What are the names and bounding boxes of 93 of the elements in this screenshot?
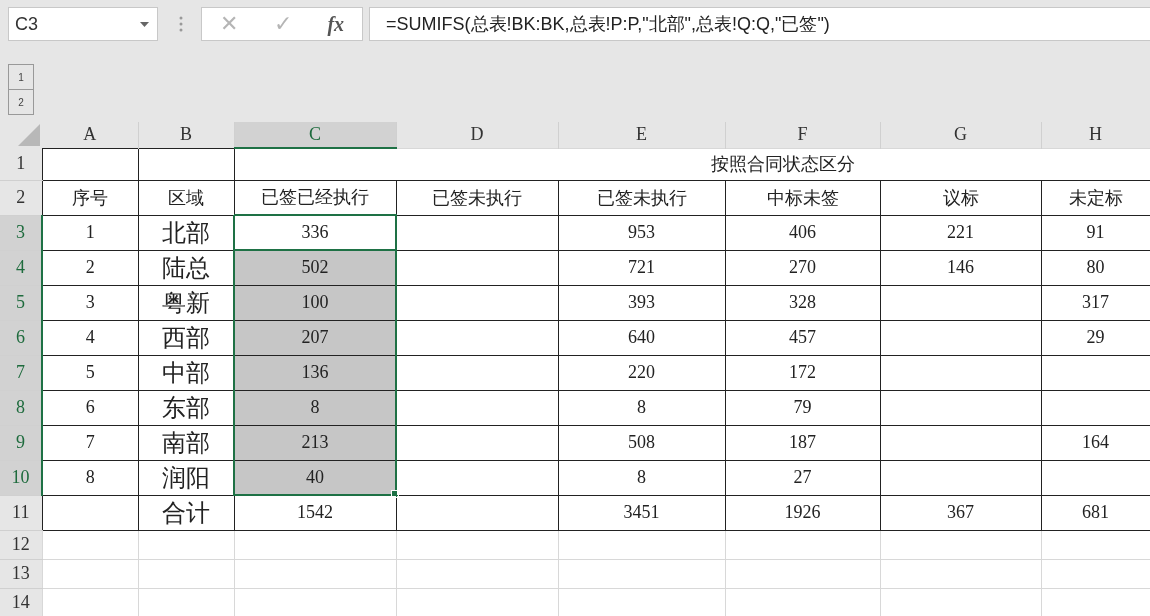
table-cell: 粤新 [138, 285, 234, 320]
row-header[interactable]: 2 [0, 180, 42, 215]
table-cell: 207 [234, 320, 396, 355]
table-cell: 南部 [138, 425, 234, 460]
drag-handle-icon[interactable] [179, 16, 183, 32]
table-cell: 328 [725, 285, 880, 320]
row-header[interactable]: 6 [0, 320, 42, 355]
table-cell: 1 [42, 215, 138, 250]
table-cell: 29 [1041, 320, 1150, 355]
row-header[interactable]: 5 [0, 285, 42, 320]
table-cell: 8 [558, 390, 725, 425]
table-cell: 中部 [138, 355, 234, 390]
table-cell: 136 [234, 355, 396, 390]
row-header[interactable]: 8 [0, 390, 42, 425]
table-cell: 721 [558, 250, 725, 285]
table-cell: 317 [1041, 285, 1150, 320]
column-header[interactable]: D [396, 122, 558, 148]
table-cell: 北部 [138, 215, 234, 250]
outline-level-button[interactable]: 1 [8, 64, 34, 90]
table-cell: 406 [725, 215, 880, 250]
table-cell: 640 [558, 320, 725, 355]
table-cell: 336 [234, 215, 396, 250]
row-header[interactable]: 7 [0, 355, 42, 390]
table-cell: 91 [1041, 215, 1150, 250]
name-box[interactable]: C3 [8, 7, 158, 41]
row-header[interactable]: 12 [0, 530, 42, 559]
row-header[interactable]: 10 [0, 460, 42, 495]
table-cell: 79 [725, 390, 880, 425]
table-cell: 367 [880, 495, 1041, 530]
table-cell: 1542 [234, 495, 396, 530]
row-header[interactable]: 3 [0, 215, 42, 250]
table-cell: 508 [558, 425, 725, 460]
table-cell: 6 [42, 390, 138, 425]
table-cell: 陆总 [138, 250, 234, 285]
table-cell: 合计 [138, 495, 234, 530]
table-cell: 80 [1041, 250, 1150, 285]
table-cell: 5 [42, 355, 138, 390]
row-header[interactable]: 1 [0, 148, 42, 180]
table-cell: 西部 [138, 320, 234, 355]
column-header[interactable]: G [880, 122, 1041, 148]
row-header[interactable]: 4 [0, 250, 42, 285]
table-cell: 40 [234, 460, 396, 495]
table-cell: 221 [880, 215, 1041, 250]
column-header[interactable]: H [1041, 122, 1150, 148]
table-cell: 8 [234, 390, 396, 425]
table-cell: 270 [725, 250, 880, 285]
table-cell: 393 [558, 285, 725, 320]
table-cell: 213 [234, 425, 396, 460]
table-cell: 3 [42, 285, 138, 320]
table-cell: 已签未执行 [558, 180, 725, 215]
table-cell: 8 [558, 460, 725, 495]
table-cell: 953 [558, 215, 725, 250]
table-cell: 已签未执行 [396, 180, 558, 215]
table-cell: 4 [42, 320, 138, 355]
table-cell: 议标 [880, 180, 1041, 215]
outline-level-button[interactable]: 2 [8, 89, 34, 115]
table-cell: 1926 [725, 495, 880, 530]
table-cell: 东部 [138, 390, 234, 425]
column-header[interactable]: E [558, 122, 725, 148]
row-header[interactable]: 11 [0, 495, 42, 530]
column-header[interactable]: A [42, 122, 138, 148]
table-cell: 7 [42, 425, 138, 460]
table-cell: 未定标 [1041, 180, 1150, 215]
formula-text: =SUMIFS(总表!BK:BK,总表!P:P,"北部",总表!Q:Q,"已签") [386, 13, 830, 36]
select-all-icon[interactable] [18, 124, 40, 146]
table-cell: 2 [42, 250, 138, 285]
table-cell: 502 [234, 250, 396, 285]
table-cell: 146 [880, 250, 1041, 285]
table-cell: 润阳 [138, 460, 234, 495]
table-title: 按照合同状态区分 [711, 154, 856, 175]
table-cell: 27 [725, 460, 880, 495]
table-cell: 区域 [138, 180, 234, 215]
formula-bar[interactable]: =SUMIFS(总表!BK:BK,总表!P:P,"北部",总表!Q:Q,"已签") [369, 7, 1150, 41]
table-cell: 187 [725, 425, 880, 460]
table-cell: 中标未签 [725, 180, 880, 215]
table-cell: 序号 [42, 180, 138, 215]
column-header[interactable]: C [234, 122, 396, 148]
column-header[interactable]: B [138, 122, 234, 148]
column-header[interactable]: F [725, 122, 880, 148]
table-cell: 220 [558, 355, 725, 390]
table-cell: 3451 [558, 495, 725, 530]
row-header[interactable]: 9 [0, 425, 42, 460]
caret-icon [140, 21, 149, 27]
cell-reference: C3 [15, 13, 38, 35]
table-cell: 164 [1041, 425, 1150, 460]
table-cell: 8 [42, 460, 138, 495]
row-header[interactable]: 14 [0, 588, 42, 616]
insert-function-button[interactable]: fx [323, 14, 349, 34]
table-cell: 457 [725, 320, 880, 355]
table-cell: 681 [1041, 495, 1150, 530]
row-header[interactable]: 13 [0, 559, 42, 588]
table-cell: 172 [725, 355, 880, 390]
table-cell: 100 [234, 285, 396, 320]
